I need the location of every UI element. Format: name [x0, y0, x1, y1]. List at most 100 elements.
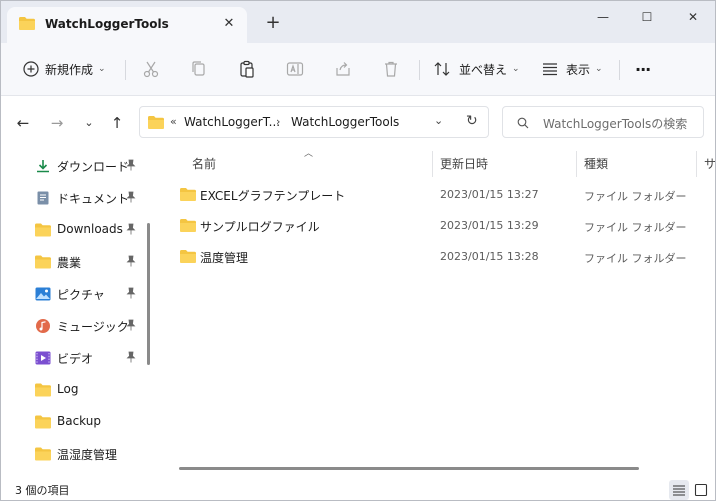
more-options-button[interactable]: ···	[635, 57, 651, 81]
view-button[interactable]: 表示 ⌄	[542, 57, 603, 81]
column-header-name[interactable]: 名前	[192, 155, 216, 172]
details-view-icon	[673, 485, 685, 496]
item-count: 3 個の項目	[15, 484, 70, 497]
search-icon	[517, 117, 529, 129]
title-bar: WatchLoggerTools ✕ + — ☐ ✕	[1, 1, 715, 43]
horizontal-scrollbar[interactable]	[179, 467, 639, 470]
nav-item-documents[interactable]: ドキュメント	[27, 184, 147, 212]
nav-item-log[interactable]: Log	[27, 376, 147, 404]
column-divider[interactable]	[696, 151, 697, 177]
file-name: サンプルログファイル	[200, 220, 320, 234]
nav-item-agriculture[interactable]: 農業	[27, 248, 147, 276]
file-type: ファイル フォルダー	[584, 190, 687, 203]
address-bar[interactable]: « WatchLoggerT... › WatchLoggerTools ⌄ ↻	[139, 106, 489, 138]
file-row[interactable]: EXCELグラフテンプレート 2023/01/15 13:27 ファイル フォル…	[173, 180, 693, 210]
pin-icon	[126, 287, 136, 299]
folder-icon	[19, 17, 35, 30]
file-modified: 2023/01/15 13:29	[440, 219, 539, 232]
new-tab-button[interactable]: +	[263, 13, 283, 33]
cut-icon[interactable]	[141, 59, 161, 79]
music-icon	[36, 319, 50, 333]
folder-icon	[35, 255, 51, 269]
folder-icon	[180, 250, 196, 263]
nav-item-label: Log	[57, 382, 79, 396]
pin-icon	[126, 319, 136, 331]
new-button-label: 新規作成	[45, 62, 94, 77]
nav-item-label: ピクチャ	[57, 288, 105, 302]
file-row[interactable]: 温度管理 2023/01/15 13:28 ファイル フォルダー	[173, 242, 693, 272]
recent-locations-chevron-icon[interactable]: ⌄	[79, 113, 99, 133]
column-divider[interactable]	[576, 151, 577, 177]
nav-item-label: ビデオ	[57, 352, 94, 366]
new-button[interactable]: 新規作成 ⌄	[23, 57, 106, 81]
nav-scrollbar[interactable]	[147, 223, 150, 365]
nav-item-label: ダウンロード	[57, 160, 130, 174]
up-arrow-icon[interactable]: ↑	[107, 113, 127, 133]
sort-icon	[434, 62, 450, 76]
nav-item-backup[interactable]: Backup	[27, 408, 147, 436]
nav-item-label: 農業	[57, 256, 82, 270]
plus-circle-icon	[23, 61, 39, 77]
close-window-button[interactable]: ✕	[673, 5, 713, 29]
nav-item-downloads-jp[interactable]: ダウンロード	[27, 152, 147, 180]
thumbnails-view-icon	[694, 483, 708, 497]
thumbnails-view-button[interactable]	[691, 480, 711, 500]
file-row[interactable]: サンプルログファイル 2023/01/15 13:29 ファイル フォルダー	[173, 211, 693, 241]
address-dropdown-icon[interactable]: ⌄	[434, 114, 443, 127]
column-divider[interactable]	[432, 151, 433, 177]
paste-icon[interactable]	[237, 59, 257, 79]
nav-item-humidity-management[interactable]: 温湿度管理	[27, 440, 147, 468]
breadcrumb-overflow-icon[interactable]: «	[170, 115, 177, 128]
pin-icon	[126, 223, 136, 235]
view-button-label: 表示	[566, 62, 591, 77]
folder-icon	[35, 383, 51, 397]
forward-arrow-icon[interactable]: →	[47, 113, 67, 133]
folder-icon	[35, 447, 51, 461]
file-modified: 2023/01/15 13:27	[440, 188, 539, 201]
sort-ascending-icon: ︿	[304, 149, 314, 159]
refresh-icon[interactable]: ↻	[466, 113, 478, 129]
folder-icon	[180, 219, 196, 232]
folder-icon	[35, 223, 51, 237]
pin-icon	[126, 159, 136, 171]
delete-icon[interactable]	[381, 59, 401, 79]
nav-item-label: 温湿度管理	[57, 448, 118, 462]
maximize-button[interactable]: ☐	[627, 5, 667, 29]
share-icon[interactable]	[333, 59, 353, 79]
divider	[619, 60, 620, 80]
nav-item-videos[interactable]: ビデオ	[27, 344, 147, 372]
pictures-icon	[35, 287, 51, 301]
file-type: ファイル フォルダー	[584, 252, 687, 265]
tab-close-icon[interactable]: ✕	[219, 14, 239, 34]
folder-icon	[35, 415, 51, 429]
search-placeholder: WatchLoggerToolsの検索	[543, 117, 688, 131]
column-header-size[interactable]: サ	[704, 155, 715, 172]
chevron-down-icon: ⌄	[98, 64, 106, 74]
breadcrumb-item-current[interactable]: WatchLoggerTools	[291, 115, 399, 129]
copy-icon[interactable]	[189, 59, 209, 79]
pin-icon	[126, 255, 136, 267]
minimize-button[interactable]: —	[583, 5, 623, 29]
document-icon	[37, 191, 49, 205]
column-header-modified[interactable]: 更新日時	[440, 155, 488, 172]
nav-item-music[interactable]: ミュージック	[27, 312, 147, 340]
file-list: ︿ 名前 更新日時 種類 サ EXCELグラフテンプレート 2023/01/15…	[161, 147, 715, 477]
file-explorer-window: WatchLoggerTools ✕ + — ☐ ✕ 新規作成 ⌄ 並べ替え ⌄…	[0, 0, 716, 501]
navigation-pane: ダウンロード ドキュメント Downloads 農業 ピクチャ ミュージック ビ…	[1, 147, 161, 477]
nav-item-pictures[interactable]: ピクチャ	[27, 280, 147, 308]
back-arrow-icon[interactable]: ←	[13, 113, 33, 133]
file-modified: 2023/01/15 13:28	[440, 250, 539, 263]
breadcrumb-item[interactable]: WatchLoggerT...	[184, 115, 280, 129]
details-view-button[interactable]	[669, 480, 689, 500]
column-header-type[interactable]: 種類	[584, 155, 608, 172]
sort-button[interactable]: 並べ替え ⌄	[433, 57, 520, 81]
nav-item-downloads[interactable]: Downloads	[27, 216, 147, 244]
file-type: ファイル フォルダー	[584, 221, 687, 234]
tab-watchloggertools[interactable]: WatchLoggerTools ✕	[7, 7, 247, 43]
folder-icon	[148, 116, 164, 129]
search-box[interactable]: WatchLoggerToolsの検索	[502, 106, 704, 138]
breadcrumb-chevron-icon: ›	[276, 115, 281, 128]
video-icon	[35, 351, 51, 365]
nav-item-label: Backup	[57, 414, 101, 428]
rename-icon[interactable]	[285, 59, 305, 79]
